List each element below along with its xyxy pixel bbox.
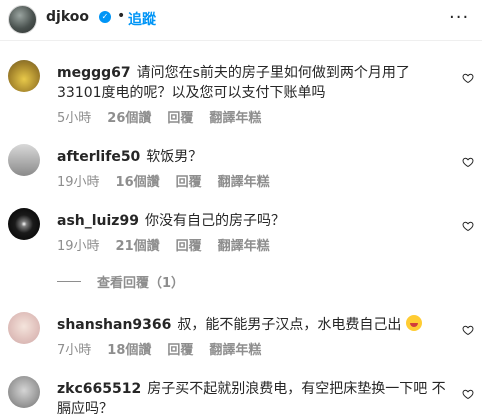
comment-username[interactable]: afterlife50 <box>57 149 140 165</box>
heart-outline-icon[interactable] <box>462 156 474 168</box>
follow-button[interactable]: 追蹤 <box>128 9 156 29</box>
comment-meta: 19小時 21個讚 回覆 翻譯年糕 <box>57 235 270 254</box>
commenter-avatar[interactable] <box>8 60 40 92</box>
comment-username[interactable]: shanshan9366 <box>57 317 171 333</box>
laughing-emoji-icon <box>405 315 422 331</box>
comment-body: 叔，能不能男子汉点，水电费自己出 <box>177 317 402 333</box>
comment-time[interactable]: 19小時 <box>57 235 100 254</box>
comment-text-block: zkc665512 房子买不起就别浪费电，有空把床垫换一下吧 不膈应吗？ <box>57 379 447 419</box>
translate-button[interactable]: 翻譯年糕 <box>218 171 270 190</box>
view-replies-label[interactable]: 查看回覆（1） <box>97 272 184 291</box>
replies-line <box>57 281 81 282</box>
commenter-avatar[interactable] <box>8 208 40 240</box>
heart-outline-icon[interactable] <box>462 220 474 232</box>
view-replies-button[interactable]: 查看回覆（1） <box>57 272 184 291</box>
comment-time[interactable]: 7小時 <box>57 339 91 358</box>
comment-likes[interactable]: 16個讚 <box>116 171 160 190</box>
comment-username[interactable]: ash_luiz99 <box>57 213 139 229</box>
comment-likes[interactable]: 26個讚 <box>107 107 151 126</box>
comment-likes[interactable]: 18個讚 <box>107 339 151 358</box>
comment-time[interactable]: 5小時 <box>57 107 91 126</box>
comment-text-block: shanshan9366 叔，能不能男子汉点，水电费自己出 <box>57 315 447 335</box>
heart-outline-icon[interactable] <box>462 72 474 84</box>
heart-outline-icon[interactable] <box>462 388 474 400</box>
translate-button[interactable]: 翻譯年糕 <box>209 107 261 126</box>
translate-button[interactable]: 翻譯年糕 <box>209 339 261 358</box>
heart-outline-icon[interactable] <box>462 324 474 336</box>
comment-text-block: afterlife50 软饭男？ <box>57 147 447 167</box>
comment-meta: 5小時 26個讚 回覆 翻譯年糕 <box>57 107 261 126</box>
commenter-avatar[interactable] <box>8 312 40 344</box>
comment-meta: 7小時 18個讚 回覆 翻譯年糕 <box>57 339 261 358</box>
comment-username[interactable]: meggg67 <box>57 65 131 81</box>
verified-badge-icon: ✓ <box>99 11 111 23</box>
post-header: djkoo ✓ • 追蹤 ··· <box>0 0 482 36</box>
comment-likes[interactable]: 21個讚 <box>116 235 160 254</box>
reply-button[interactable]: 回覆 <box>176 171 202 190</box>
comment-time[interactable]: 19小時 <box>57 171 100 190</box>
reply-button[interactable]: 回覆 <box>167 107 193 126</box>
reply-button[interactable]: 回覆 <box>176 235 202 254</box>
comment-body: 你没有自己的房子吗？ <box>144 213 285 229</box>
author-username[interactable]: djkoo <box>46 9 89 25</box>
translate-button[interactable]: 翻譯年糕 <box>218 235 270 254</box>
comment-username[interactable]: zkc665512 <box>57 381 141 397</box>
comment-text-block: meggg67 请问您在s前夫的房子里如何做到两个月用了33101度电的呢？以及您… <box>57 63 447 103</box>
commenter-avatar[interactable] <box>8 376 40 408</box>
comment-body: 软饭男？ <box>146 149 203 165</box>
more-options-icon[interactable]: ··· <box>449 7 469 28</box>
header-divider <box>0 40 482 41</box>
author-avatar[interactable] <box>8 5 37 34</box>
commenter-avatar[interactable] <box>8 144 40 176</box>
comment-meta: 19小時 16個讚 回覆 翻譯年糕 <box>57 171 270 190</box>
comment-text-block: ash_luiz99 你没有自己的房子吗？ <box>57 211 447 231</box>
reply-button[interactable]: 回覆 <box>167 339 193 358</box>
separator-dot: • <box>117 8 126 24</box>
